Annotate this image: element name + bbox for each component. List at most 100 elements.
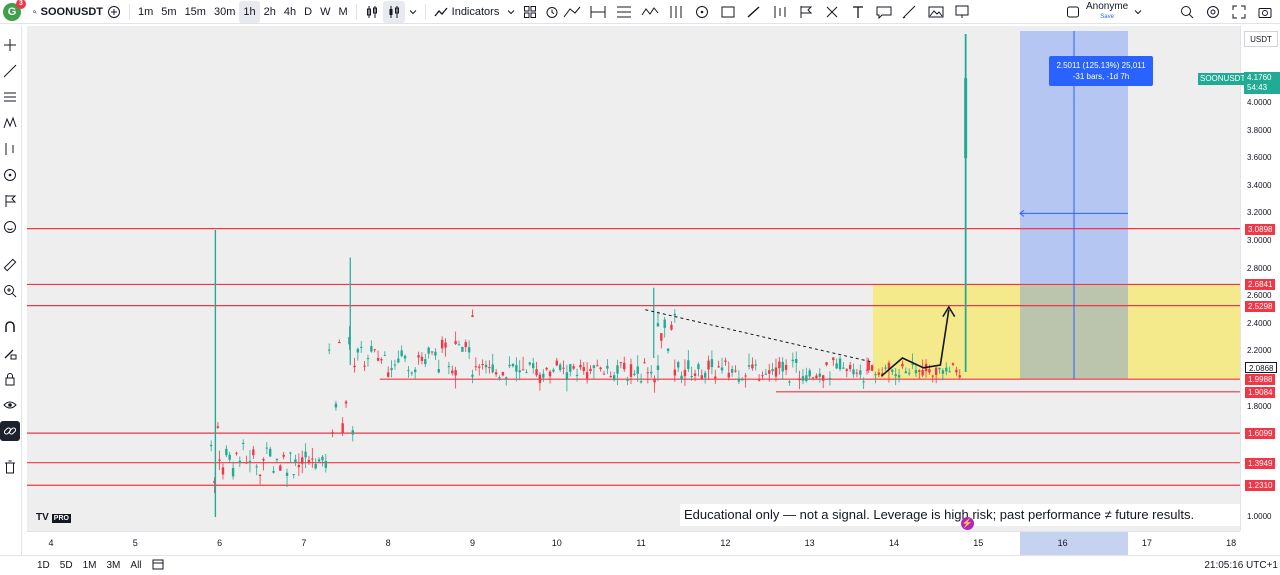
price-tick-label: 2.6000 — [1247, 291, 1272, 300]
notification-badge: 3 — [16, 0, 26, 9]
zoom-in-tool[interactable] — [0, 281, 20, 301]
geometric-shapes-tool[interactable] — [0, 165, 20, 185]
range-1m[interactable]: 1M — [78, 560, 102, 571]
rectangle-tool[interactable] — [716, 1, 740, 23]
candle-body — [461, 346, 464, 352]
settings-button[interactable] — [1202, 1, 1224, 23]
text-tool[interactable] — [846, 1, 870, 23]
interval-5m[interactable]: 5m — [157, 1, 180, 23]
candle-body — [690, 376, 693, 378]
layouts-button[interactable] — [519, 1, 541, 23]
clock[interactable]: 21:05:16 UTC+1 — [1204, 560, 1278, 571]
user-avatar[interactable]: G 3 — [3, 0, 26, 21]
candle-body — [279, 465, 282, 471]
x-tool[interactable] — [820, 1, 844, 23]
candle-body — [955, 369, 958, 373]
stay-drawing-tool[interactable] — [0, 343, 20, 363]
lightning-icon[interactable]: ⚡ — [961, 517, 974, 530]
compare-symbol-button[interactable] — [103, 1, 125, 23]
candle-body — [938, 367, 941, 370]
range-1d[interactable]: 1D — [32, 560, 55, 571]
rectangle-icon — [721, 6, 735, 18]
lock-drawings-tool[interactable] — [0, 369, 20, 389]
candle-body — [828, 378, 832, 380]
forecasting-tool[interactable] — [0, 139, 20, 159]
symbol-search[interactable]: SOONUSDT — [33, 6, 103, 18]
sync-drawings-tool[interactable] — [0, 421, 20, 441]
interval-15m[interactable]: 15m — [181, 1, 210, 23]
hide-drawings-tool[interactable] — [0, 395, 20, 415]
annotation-tool[interactable] — [0, 191, 20, 211]
patterns-tool[interactable] — [0, 113, 20, 133]
xabcd-pattern-tool[interactable] — [638, 1, 662, 23]
long-position-tool[interactable] — [768, 1, 792, 23]
ruler-tool[interactable] — [0, 255, 20, 275]
candle-body — [842, 367, 845, 369]
chart-type-dropdown[interactable] — [405, 1, 421, 23]
interval-d[interactable]: D — [300, 1, 316, 23]
go-to-date-button[interactable] — [147, 558, 169, 573]
interval-4h[interactable]: 4h — [280, 1, 300, 23]
candle-body — [663, 319, 666, 328]
candle-body — [914, 370, 918, 374]
price-note-tool[interactable] — [950, 1, 974, 23]
remove-drawings-tool[interactable] — [0, 457, 20, 477]
candle-body — [294, 459, 297, 463]
date-range-tool[interactable] — [586, 1, 610, 23]
image-tool[interactable] — [924, 1, 948, 23]
range-3m[interactable]: 3M — [102, 560, 126, 571]
pen-tool[interactable] — [898, 1, 922, 23]
interval-m[interactable]: M — [334, 1, 351, 23]
indicators-dropdown[interactable] — [503, 1, 519, 23]
flag-tool[interactable] — [794, 1, 818, 23]
trend-angle-tool[interactable] — [560, 1, 584, 23]
fib-tool[interactable] — [612, 1, 636, 23]
indicators-button[interactable]: Indicators — [430, 1, 504, 23]
candle-body — [838, 358, 842, 370]
price-chart[interactable] — [27, 26, 1240, 531]
crosshair-tool[interactable] — [0, 35, 20, 55]
interval-30m[interactable]: 30m — [210, 1, 239, 23]
time-scale[interactable]: 4 5 6 7 8 9 10 11 12 13 14 15 16 17 18 — [27, 531, 1240, 556]
price-scale[interactable]: 4.0000 3.8000 3.6000 3.4000 3.2000 3.0000 2.80… — [1240, 26, 1280, 531]
candle-body — [353, 365, 356, 368]
chart-pane[interactable]: 2.5011 (125.13%) 25,011 -31 bars, -1d 7h… — [27, 26, 1240, 531]
time-tick-label: 4 — [48, 538, 54, 548]
candle-body — [859, 370, 862, 375]
candle-body — [552, 369, 555, 372]
brush-tool[interactable] — [742, 1, 766, 23]
fib-retracement-tool[interactable] — [0, 87, 20, 107]
candle-body — [768, 370, 771, 374]
interval-1h[interactable]: 1h — [239, 0, 260, 23]
pitchfork-tool[interactable] — [664, 1, 688, 23]
time-tick-label: 10 — [551, 538, 562, 548]
candles-button[interactable] — [382, 0, 405, 23]
fullscreen-button[interactable] — [1228, 1, 1250, 23]
candle-body — [572, 366, 575, 369]
candle-body — [467, 347, 471, 353]
snapshot-button[interactable] — [1254, 1, 1276, 23]
interval-w[interactable]: W — [316, 1, 334, 23]
interval-2h[interactable]: 2h — [260, 1, 280, 23]
circle-tool[interactable] — [690, 1, 714, 23]
candle-body — [360, 346, 363, 348]
callout-tool[interactable] — [872, 1, 896, 23]
range-all[interactable]: All — [125, 560, 146, 571]
candle-body — [757, 379, 761, 381]
level-price-badge: 1.9988 — [1245, 374, 1276, 386]
account-menu[interactable]: Anonyme Save — [1066, 0, 1142, 24]
candle-body — [867, 361, 870, 371]
candle-body — [808, 370, 811, 377]
interval-1m[interactable]: 1m — [134, 1, 157, 23]
trendline-tool[interactable] — [0, 61, 20, 81]
measure-line2: -31 bars, -1d 7h — [1072, 72, 1130, 81]
candle-body — [481, 364, 484, 366]
icons-tool[interactable] — [0, 217, 20, 237]
time-tick-label: 6 — [217, 538, 223, 548]
magnet-tool[interactable] — [0, 317, 20, 337]
quick-search-button[interactable] — [1176, 1, 1198, 23]
range-5d[interactable]: 5D — [55, 560, 78, 571]
currency-selector[interactable]: USDT — [1244, 31, 1278, 47]
price-tick-label: 4.0000 — [1247, 98, 1272, 107]
bar-style-button[interactable] — [361, 1, 383, 23]
